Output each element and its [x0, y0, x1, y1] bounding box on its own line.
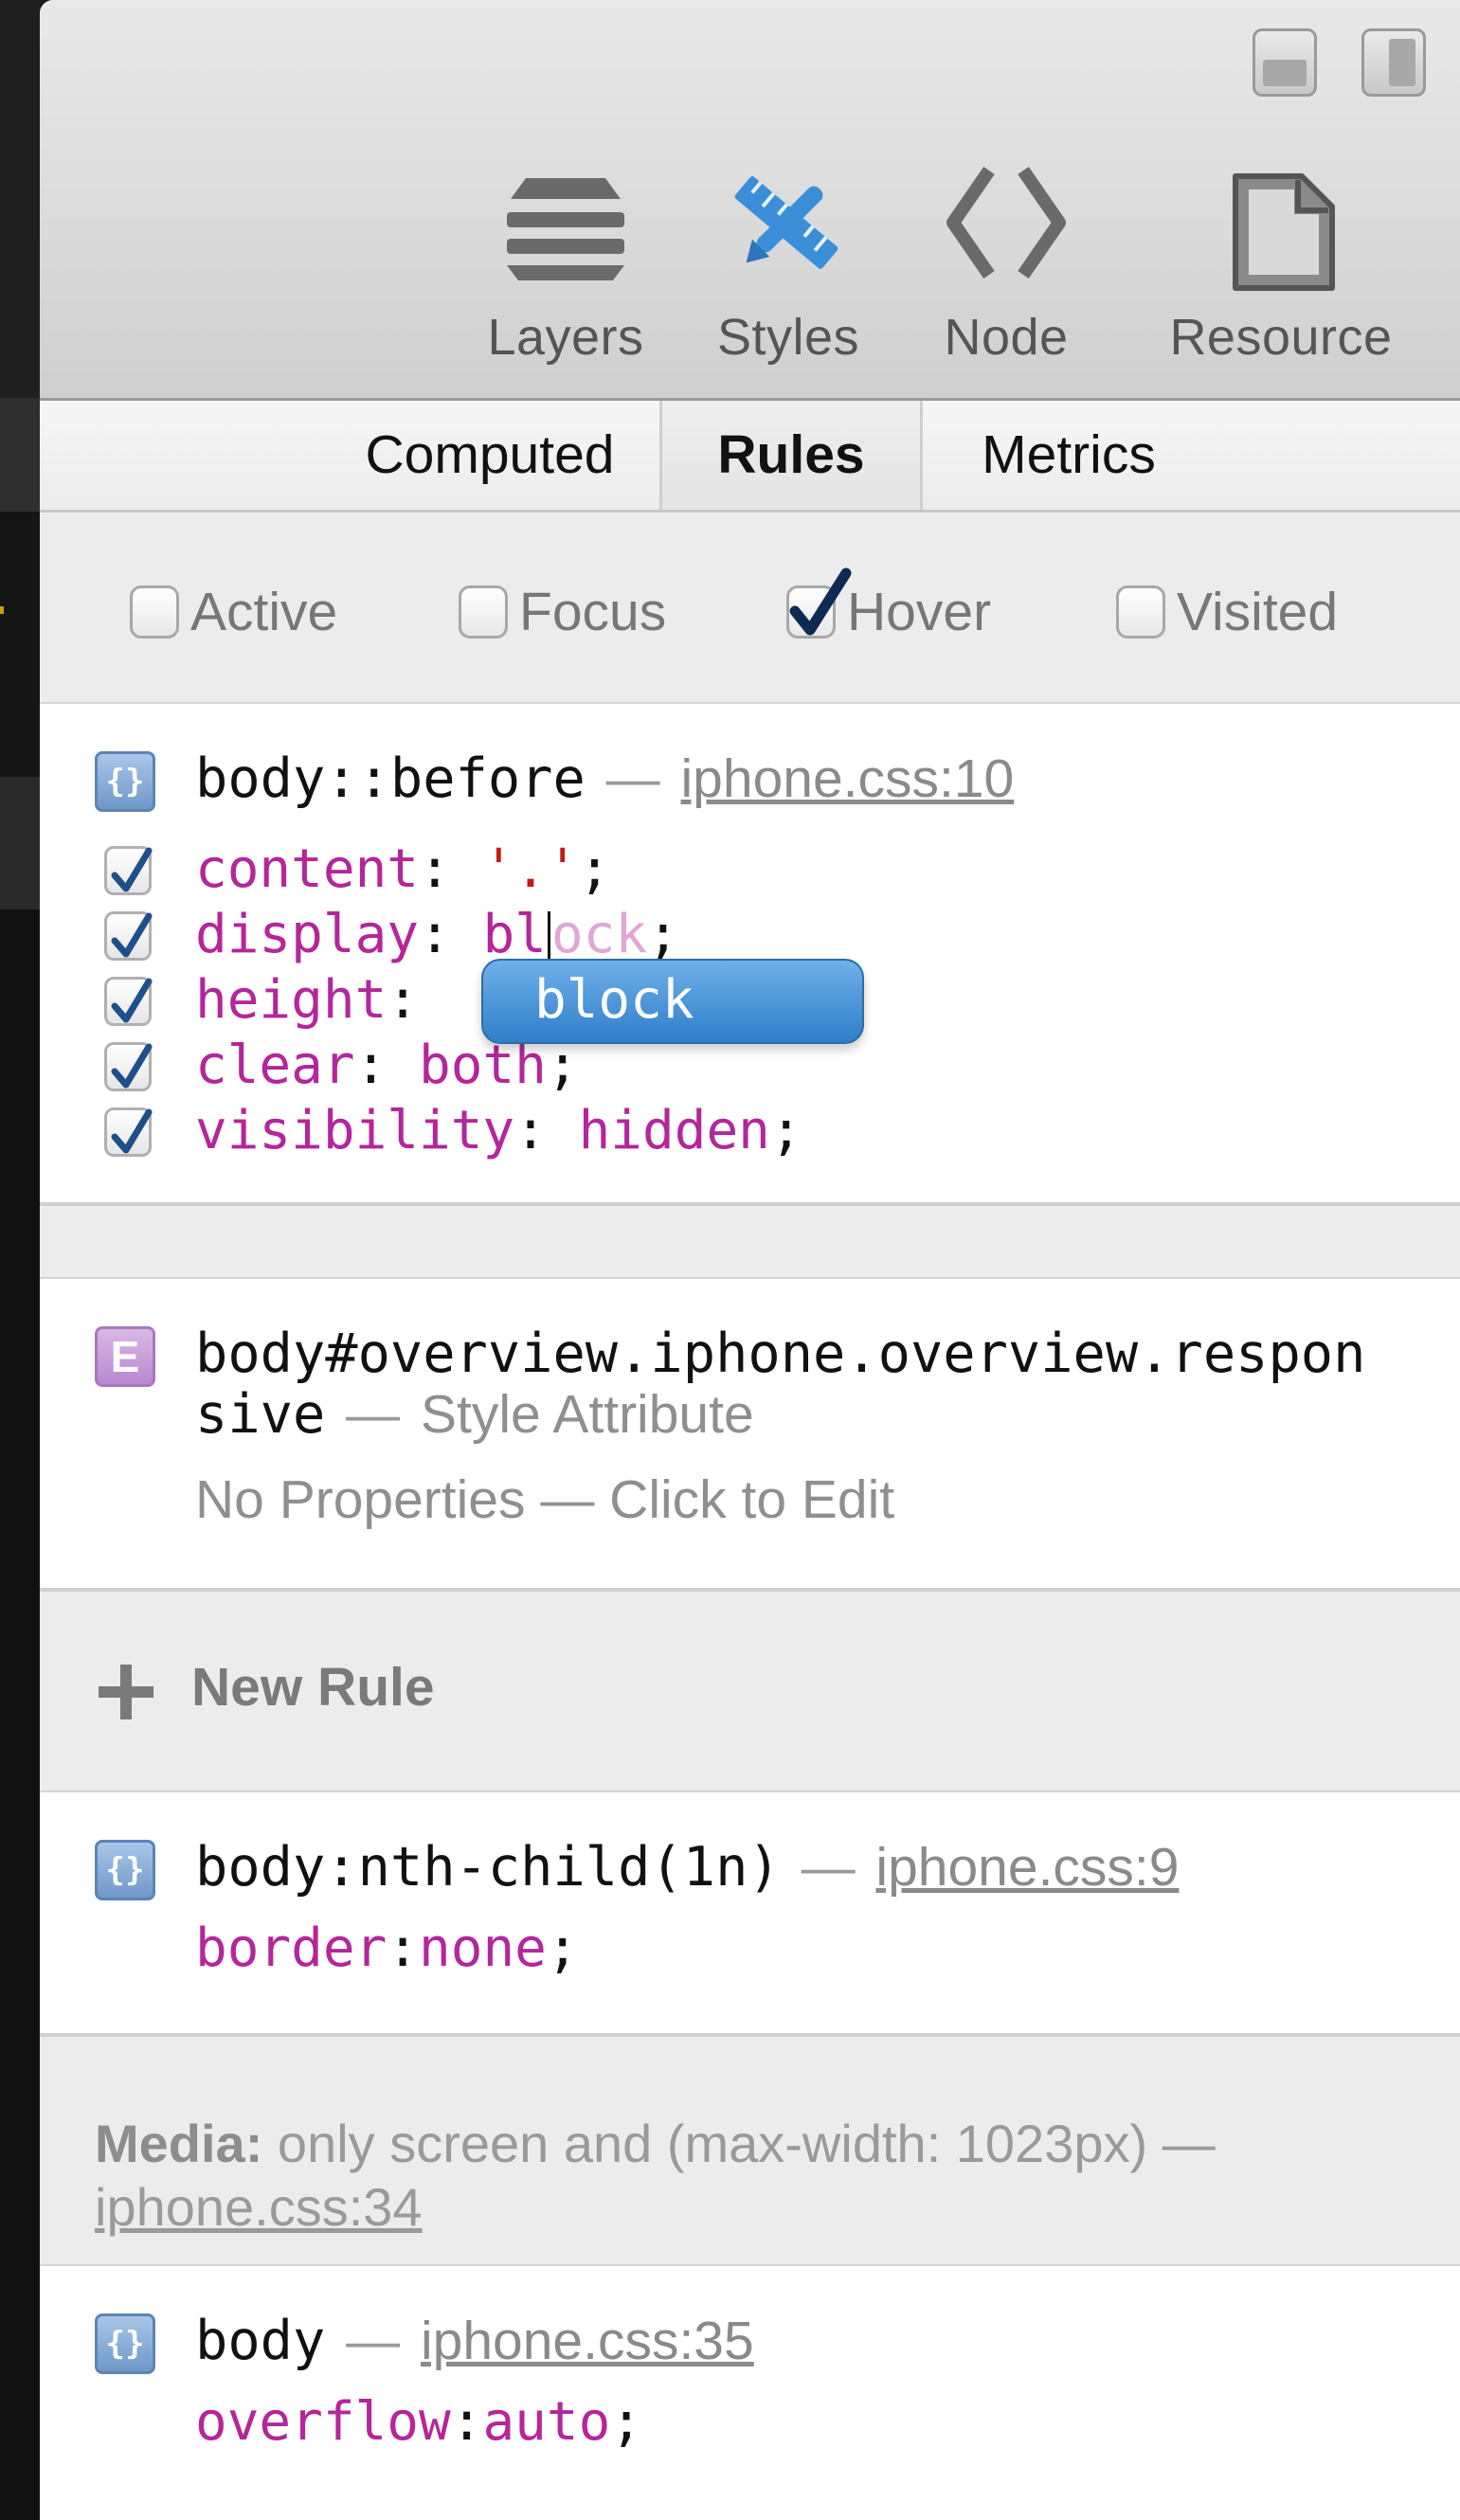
rule-card: E body#overview.iphone.overview.respon s… — [40, 1277, 1460, 1592]
pseudo-focus-toggle[interactable]: Focus — [459, 579, 666, 645]
rule-selector[interactable]: body::before — [195, 747, 586, 810]
pseudo-active-toggle[interactable]: Active — [130, 579, 337, 645]
pseudo-visited-toggle[interactable]: Visited — [1116, 579, 1338, 645]
property-checkbox[interactable] — [104, 846, 153, 895]
resource-icon — [1233, 173, 1335, 291]
tab-rules[interactable]: Rules — [659, 401, 923, 510]
property-name[interactable]: content — [195, 838, 419, 900]
new-rule-label: New Rule — [191, 1657, 435, 1718]
checkmark-icon — [111, 1108, 153, 1154]
rule-card: body:nth-child(1n) — iphone.css:9 border… — [40, 1791, 1460, 2037]
property-name[interactable]: clear — [195, 1035, 355, 1096]
inspector-toolbar: Layers Styles Node Resource — [40, 0, 1460, 401]
media-query-text: Media: only screen and (max-width: 1023p… — [95, 2114, 1216, 2173]
layers-icon — [507, 178, 624, 280]
dock-bottom-button[interactable] — [1253, 28, 1317, 97]
tool-label: Node — [944, 309, 1069, 366]
active-checkbox[interactable] — [130, 585, 179, 639]
new-rule-button[interactable]: New Rule — [40, 1592, 1460, 1791]
rule-card: body — iphone.css:35 overflow:auto; — [40, 2264, 1460, 2520]
rule-header: body — iphone.css:35 — [195, 2310, 754, 2372]
plus-icon — [99, 1665, 153, 1719]
element-style-icon: E — [95, 1326, 155, 1387]
rule-source-label: Style Attribute — [420, 1384, 754, 1445]
hover-checkbox[interactable] — [786, 567, 852, 639]
text-caret — [547, 910, 550, 964]
property-name[interactable]: visibility — [195, 1100, 514, 1161]
pseudo-class-toggles: Active Focus Hover Visited — [40, 513, 1460, 705]
property-name[interactable]: height — [195, 969, 387, 1031]
property-name[interactable]: display — [195, 904, 419, 965]
rule-source-link[interactable]: iphone.css:10 — [681, 748, 1015, 809]
autocomplete-suggestion[interactable]: block — [481, 959, 864, 1044]
tab-computed[interactable]: Computed — [277, 401, 703, 510]
editor-gutter — [0, 0, 40, 2520]
rule-selector[interactable]: body#overview.iphone.overview.respon — [195, 1323, 1365, 1385]
property-checkbox[interactable] — [104, 977, 153, 1026]
property-name[interactable]: border — [195, 1917, 387, 1979]
rule-header: body#overview.iphone.overview.respon — [195, 1323, 1365, 1385]
checkmark-icon — [111, 847, 153, 892]
media-query-header: Media: only screen and (max-width: 1023p… — [40, 2037, 1460, 2264]
css-rule-icon — [95, 1840, 155, 1900]
property-value-editing[interactable]: bl — [482, 904, 546, 965]
rule-header: body::before — iphone.css:10 — [195, 747, 1015, 810]
styles-icon — [734, 176, 838, 269]
rule-header: body:nth-child(1n) — iphone.css:9 — [195, 1836, 1180, 1899]
css-rule-icon — [95, 2313, 155, 2374]
rule-source-link[interactable]: iphone.css:35 — [421, 2311, 754, 2371]
autocomplete-ghost: ock — [550, 904, 648, 965]
checkmark-icon — [789, 567, 852, 636]
property-value[interactable]: auto — [482, 2391, 610, 2453]
tab-metrics[interactable]: Metrics — [917, 401, 1220, 510]
visited-checkbox[interactable] — [1116, 585, 1165, 639]
css-rule-icon — [95, 751, 155, 812]
media-source-link[interactable]: iphone.css:34 — [95, 2176, 423, 2238]
checkmark-icon — [111, 1043, 153, 1089]
rule-selector[interactable]: body — [195, 2310, 325, 2372]
sidebar-tab-bar: Computed Rules Metrics — [40, 401, 1460, 513]
property-value[interactable]: hidden — [579, 1100, 770, 1161]
styles-sidebar-panel: Layers Styles Node Resource Computed Rul… — [40, 0, 1460, 2520]
rule-separator — [40, 1206, 1460, 1277]
focus-checkbox[interactable] — [459, 585, 508, 639]
node-icon — [946, 167, 1066, 279]
checkmark-icon — [111, 912, 153, 958]
property-checkbox[interactable] — [104, 1042, 153, 1091]
empty-properties-placeholder[interactable]: No Properties — Click to Edit — [195, 1468, 894, 1531]
rule-selector[interactable]: body:nth-child(1n) — [195, 1836, 781, 1899]
rule-header-continued: sive — Style Attribute — [195, 1383, 754, 1446]
checkmark-icon — [111, 978, 153, 1023]
property-value[interactable]: '.' — [482, 838, 578, 900]
pseudo-hover-toggle[interactable]: Hover — [786, 567, 991, 645]
rule-card: body::before — iphone.css:10 content: '.… — [40, 702, 1460, 1206]
rule-selector-continued[interactable]: sive — [195, 1383, 325, 1446]
property-name[interactable]: overflow — [195, 2391, 451, 2453]
property-checkbox[interactable] — [104, 911, 153, 961]
rule-source-link[interactable]: iphone.css:9 — [875, 1837, 1179, 1898]
property-checkbox[interactable] — [104, 1107, 153, 1157]
tool-label: Resource — [1169, 309, 1393, 366]
property-value[interactable]: none — [419, 1917, 547, 1979]
tool-label: Styles — [716, 309, 860, 366]
dock-side-button[interactable] — [1361, 28, 1426, 97]
